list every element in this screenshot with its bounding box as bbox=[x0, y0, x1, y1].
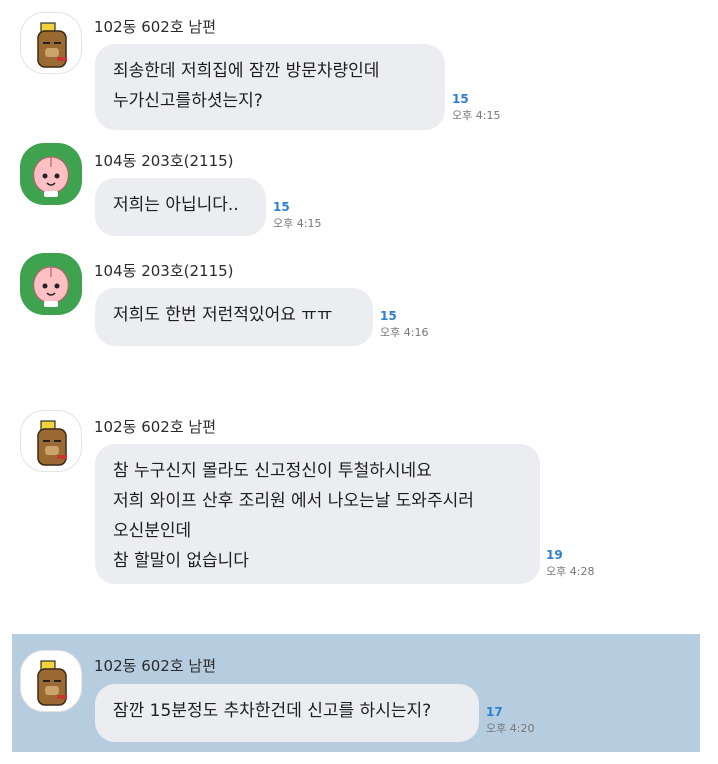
apeach-character-icon[interactable] bbox=[20, 143, 82, 205]
sender-name: 102동 602호 남편 bbox=[94, 657, 216, 675]
sender-name: 102동 602호 남편 bbox=[94, 18, 216, 36]
message-meta: 15 오후 4:16 bbox=[380, 309, 428, 340]
unread-count: 15 bbox=[380, 309, 397, 323]
unread-count: 17 bbox=[486, 705, 503, 719]
sender-name: 104동 203호(2115) bbox=[94, 152, 234, 170]
timestamp: 오후 4:15 bbox=[452, 109, 501, 122]
sender-name: 102동 602호 남편 bbox=[94, 418, 216, 436]
message-bubble[interactable]: 저희도 한번 저런적있어요 ㅠㅠ bbox=[95, 288, 373, 346]
message-meta: 19 오후 4:28 bbox=[546, 548, 594, 579]
unread-count: 19 bbox=[546, 548, 563, 562]
message-text: 오신분인데 bbox=[113, 521, 192, 541]
sender-name: 104동 203호(2115) bbox=[94, 262, 234, 280]
apeach-character-icon[interactable] bbox=[20, 253, 82, 315]
timestamp: 오후 4:28 bbox=[546, 565, 595, 578]
timestamp: 오후 4:15 bbox=[273, 217, 322, 230]
message-text: 참 할말이 없습니다 bbox=[113, 551, 249, 571]
message-text: 죄송한데 저희집에 잠깐 방문차량인데 bbox=[113, 61, 380, 81]
unread-count: 15 bbox=[273, 200, 290, 214]
message-bubble[interactable]: 참 누구신지 몰라도 신고정신이 투철하시네요 저희 와이프 산후 조리원 에서… bbox=[95, 444, 540, 584]
message-bubble[interactable]: 잠깐 15분정도 추차한건데 신고를 하시는지? bbox=[95, 684, 479, 742]
timestamp: 오후 4:20 bbox=[486, 722, 535, 735]
message-text: 저희도 한번 저런적있어요 ㅠㅠ bbox=[113, 305, 333, 325]
message-text: 저희는 아닙니다.. bbox=[113, 195, 239, 215]
message-text: 참 누구신지 몰라도 신고정신이 투철하시네요 bbox=[113, 461, 432, 481]
tube-character-icon[interactable] bbox=[20, 12, 82, 74]
message-text: 누가신고를하셧는지? bbox=[113, 91, 263, 111]
message-bubble[interactable]: 죄송한데 저희집에 잠깐 방문차량인데 누가신고를하셧는지? bbox=[95, 44, 445, 130]
message-text: 저희 와이프 산후 조리원 에서 나오는날 도와주시러 bbox=[113, 491, 474, 511]
tube-character-icon[interactable] bbox=[20, 650, 82, 712]
message-meta: 15 오후 4:15 bbox=[273, 200, 321, 231]
unread-count: 15 bbox=[452, 92, 469, 106]
timestamp: 오후 4:16 bbox=[380, 326, 429, 339]
message-meta: 17 오후 4:20 bbox=[486, 705, 534, 736]
message-text: 잠깐 15분정도 추차한건데 신고를 하시는지? bbox=[113, 701, 432, 721]
message-meta: 15 오후 4:15 bbox=[452, 92, 500, 123]
tube-character-icon[interactable] bbox=[20, 410, 82, 472]
message-bubble[interactable]: 저희는 아닙니다.. bbox=[95, 178, 266, 236]
